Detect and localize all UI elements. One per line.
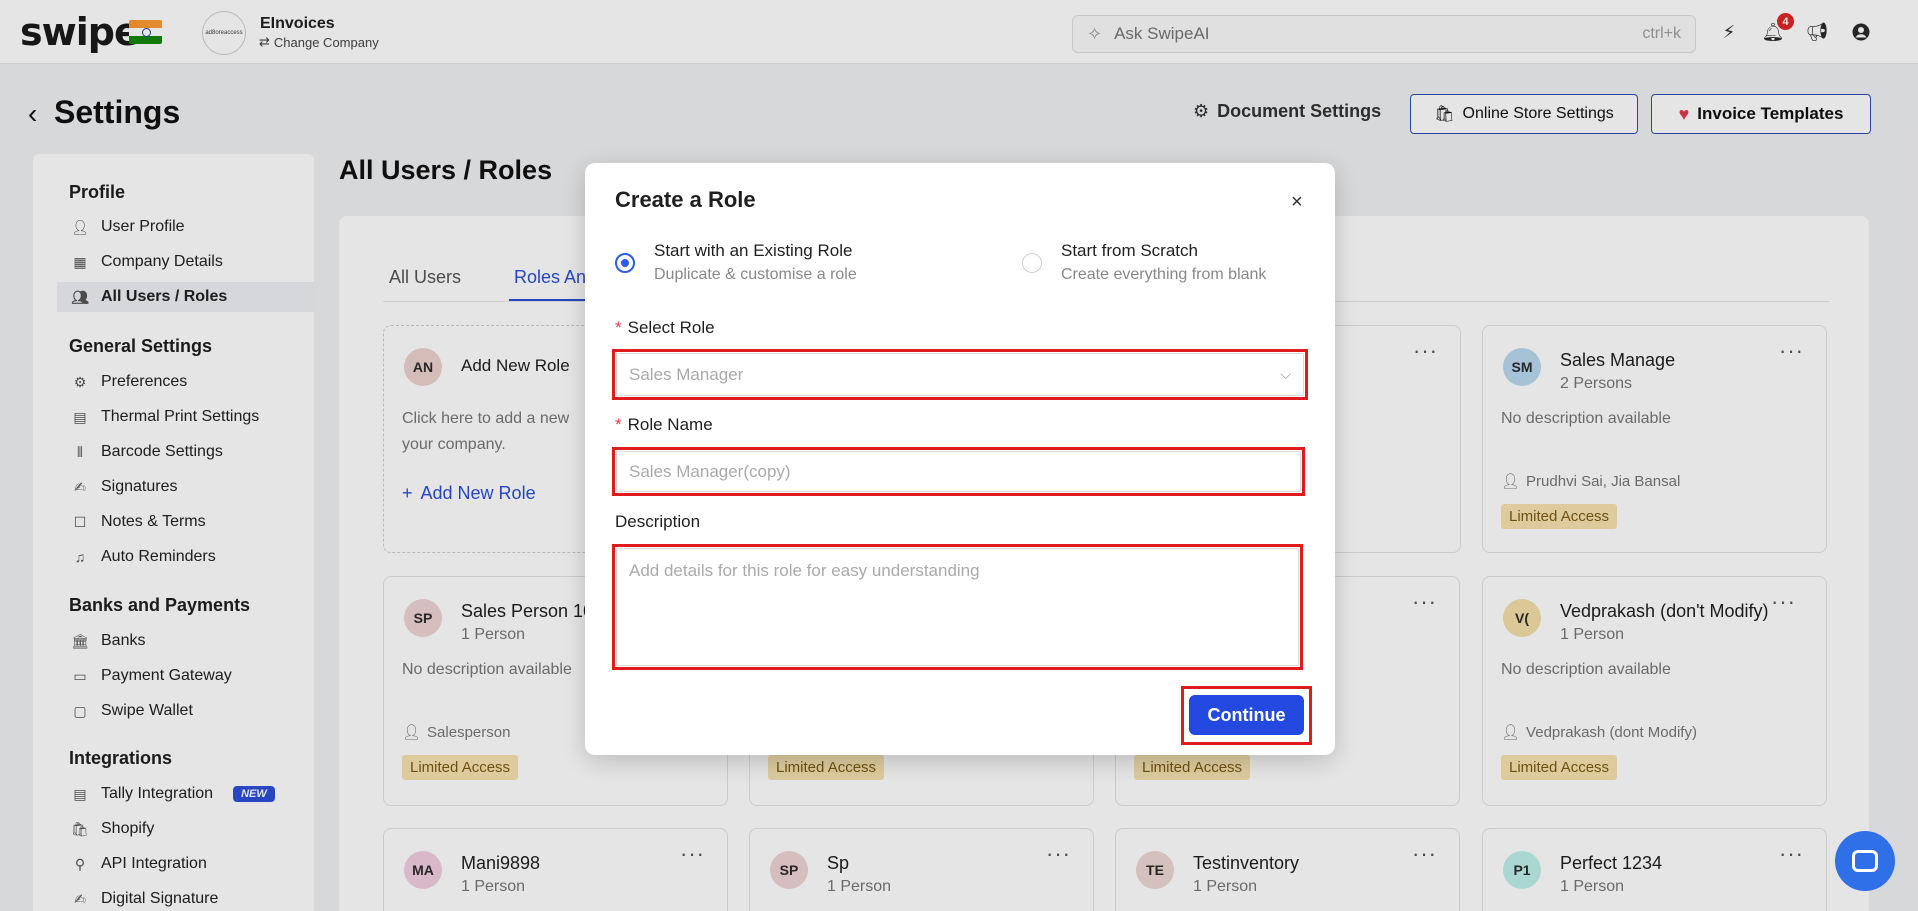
select-role-value: Sales Manager [629,364,744,384]
from-scratch-title[interactable]: Start from Scratch [1061,241,1198,261]
existing-role-radio[interactable] [615,253,635,273]
role-name-label: * Role Name [615,415,713,434]
select-role-dropdown[interactable]: Sales Manager ⌵ [616,353,1304,396]
role-name-input[interactable]: Sales Manager(copy) [616,451,1301,492]
from-scratch-radio[interactable] [1022,253,1042,273]
modal-title: Create a Role [615,187,756,212]
select-role-label: * Select Role [615,318,715,337]
chat-icon [1852,850,1878,872]
description-label: Description [615,512,701,531]
from-scratch-subtitle: Create everything from blank [1061,266,1267,283]
role-name-label-text: Role Name [627,415,713,434]
close-icon[interactable]: × [1291,191,1303,214]
chat-support-button[interactable] [1835,831,1895,891]
continue-button[interactable]: Continue [1189,695,1304,735]
chevron-down-icon: ⌵ [1280,366,1291,382]
description-placeholder: Add details for this role for easy under… [629,561,980,580]
existing-role-title[interactable]: Start with an Existing Role [654,241,852,261]
role-name-placeholder: Sales Manager(copy) [629,461,791,481]
select-role-label-text: Select Role [627,318,715,337]
existing-role-subtitle: Duplicate & customise a role [654,266,857,283]
create-role-modal: Create a Role × Start with an Existing R… [585,163,1335,755]
description-textarea[interactable]: Add details for this role for easy under… [616,548,1299,666]
